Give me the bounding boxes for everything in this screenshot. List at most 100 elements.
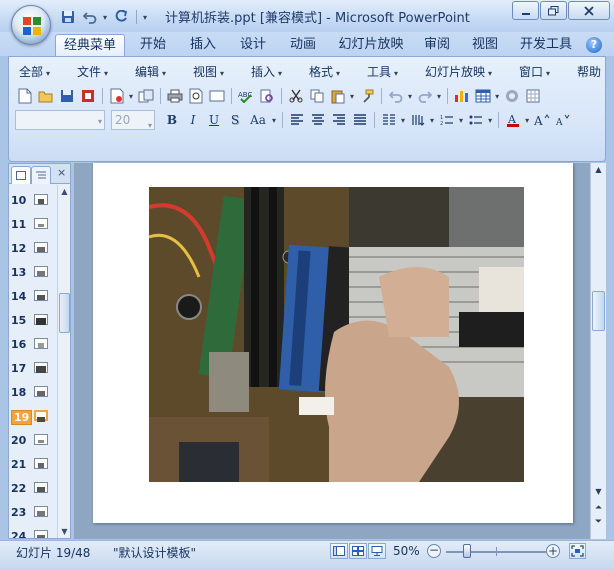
clipart-icon[interactable] bbox=[502, 86, 522, 106]
slideshow-view-icon[interactable] bbox=[368, 543, 386, 559]
previous-slide-icon[interactable]: ⏶ bbox=[591, 501, 606, 515]
bullets-dropdown-icon[interactable]: ▾ bbox=[488, 116, 492, 125]
help-icon[interactable]: ? bbox=[586, 37, 602, 53]
motherboard-photo[interactable] bbox=[149, 187, 524, 482]
slide-thumbnail[interactable]: 17 bbox=[9, 359, 57, 379]
slide-icon[interactable] bbox=[207, 86, 227, 106]
print-dropdown-icon[interactable]: ▾ bbox=[129, 92, 133, 101]
zoom-level-text[interactable]: 50% bbox=[393, 544, 420, 558]
tab-developer[interactable]: 开发工具 bbox=[514, 34, 578, 56]
tab-view[interactable]: 视图 bbox=[466, 34, 504, 56]
undo-list-dropdown-icon[interactable]: ▾ bbox=[408, 92, 412, 101]
restore-icon[interactable] bbox=[540, 1, 567, 20]
scroll-down-icon[interactable]: ▼ bbox=[58, 525, 71, 538]
columns-icon[interactable] bbox=[379, 110, 399, 130]
undo-toolbar-icon[interactable] bbox=[386, 86, 406, 106]
justify-icon[interactable] bbox=[350, 110, 370, 130]
normal-view-icon[interactable] bbox=[330, 543, 348, 559]
zoom-in-icon[interactable]: + bbox=[546, 544, 560, 558]
slide-thumbnail[interactable]: 15 bbox=[9, 311, 57, 331]
font-color-icon[interactable]: A bbox=[503, 110, 523, 130]
minimize-icon[interactable] bbox=[512, 1, 539, 20]
change-case-button[interactable]: Aa bbox=[246, 110, 270, 130]
slide-thumbnail[interactable]: 11 bbox=[9, 215, 57, 235]
menu-view[interactable]: 视图 ▾ bbox=[193, 63, 224, 80]
cut-icon[interactable] bbox=[286, 86, 306, 106]
text-direction-icon[interactable] bbox=[408, 110, 428, 130]
menu-slideshow[interactable]: 幻灯片放映 ▾ bbox=[425, 63, 492, 80]
slide-thumbnail[interactable]: 22 bbox=[9, 479, 57, 499]
print-preview-icon[interactable] bbox=[107, 86, 127, 106]
menu-all[interactable]: 全部 ▾ bbox=[19, 63, 50, 80]
tab-insert[interactable]: 插入 bbox=[183, 34, 223, 56]
font-name-dropdown-icon[interactable]: ▾ bbox=[98, 117, 102, 126]
slide-thumbnail[interactable]: 23 bbox=[9, 503, 57, 523]
next-slide-icon[interactable]: ⏷ bbox=[591, 515, 606, 529]
numbering-icon[interactable]: 12 bbox=[437, 110, 457, 130]
permission-icon[interactable] bbox=[78, 86, 98, 106]
shrink-font-icon[interactable]: A bbox=[553, 110, 573, 130]
pane-scroll-thumb[interactable] bbox=[59, 293, 70, 333]
font-name-combo[interactable]: ▾ bbox=[15, 110, 105, 130]
preview-icon[interactable] bbox=[186, 86, 206, 106]
scroll-up-icon[interactable]: ▲ bbox=[591, 163, 606, 177]
slide-thumbnail[interactable]: 16 bbox=[9, 335, 57, 355]
underline-button[interactable]: U bbox=[204, 110, 224, 130]
editor-vertical-scrollbar[interactable]: ▲ ▼ ⏶ ⏷ bbox=[590, 163, 606, 539]
print-icon[interactable] bbox=[165, 86, 185, 106]
change-case-dropdown-icon[interactable]: ▾ bbox=[272, 116, 276, 125]
align-right-icon[interactable] bbox=[329, 110, 349, 130]
menu-format[interactable]: 格式 ▾ bbox=[309, 63, 340, 80]
close-window-icon[interactable] bbox=[568, 1, 610, 20]
outline-tab-icon[interactable] bbox=[31, 166, 51, 184]
slide-thumbnail[interactable]: 24 bbox=[9, 527, 57, 538]
close-pane-icon[interactable]: × bbox=[57, 166, 66, 179]
redo-list-dropdown-icon[interactable]: ▾ bbox=[437, 92, 441, 101]
font-size-combo[interactable]: 20 ▾ bbox=[111, 110, 155, 130]
italic-button[interactable]: I bbox=[183, 110, 203, 130]
show-grid-icon[interactable] bbox=[523, 86, 543, 106]
font-color-dropdown-icon[interactable]: ▾ bbox=[525, 116, 529, 125]
open-icon[interactable] bbox=[36, 86, 56, 106]
menu-window[interactable]: 窗口 ▾ bbox=[519, 63, 550, 80]
publish-icon[interactable] bbox=[136, 86, 156, 106]
bold-button[interactable]: B bbox=[162, 110, 182, 130]
tab-home[interactable]: 开始 bbox=[133, 34, 173, 56]
slide-thumbnail[interactable]: 14 bbox=[9, 287, 57, 307]
insert-chart-icon[interactable] bbox=[452, 86, 472, 106]
slide-thumbnail[interactable]: 20 bbox=[9, 431, 57, 451]
undo-dropdown-icon[interactable]: ▾ bbox=[103, 13, 107, 22]
scroll-down-icon[interactable]: ▼ bbox=[591, 485, 606, 499]
numbering-dropdown-icon[interactable]: ▾ bbox=[459, 116, 463, 125]
table-dropdown-icon[interactable]: ▾ bbox=[495, 92, 499, 101]
slides-tab-icon[interactable] bbox=[11, 166, 31, 184]
spelling-icon[interactable]: ABC bbox=[236, 86, 256, 106]
slide-thumbnail[interactable]: 12 bbox=[9, 239, 57, 259]
scroll-up-icon[interactable]: ▲ bbox=[58, 185, 71, 198]
slide-thumbnail[interactable]: 18 bbox=[9, 383, 57, 403]
bullets-icon[interactable] bbox=[466, 110, 486, 130]
slide-thumbnail[interactable]: 10 bbox=[9, 191, 57, 211]
menu-tools[interactable]: 工具 ▾ bbox=[367, 63, 398, 80]
text-direction-dropdown-icon[interactable]: ▾ bbox=[430, 116, 434, 125]
undo-icon[interactable] bbox=[80, 8, 100, 26]
tab-classic-menu[interactable]: 经典菜单 bbox=[55, 34, 125, 56]
zoom-slider-thumb[interactable] bbox=[463, 544, 471, 558]
format-painter-icon[interactable] bbox=[357, 86, 377, 106]
save-file-icon[interactable] bbox=[57, 86, 77, 106]
align-left-icon[interactable] bbox=[287, 110, 307, 130]
align-center-icon[interactable] bbox=[308, 110, 328, 130]
tab-slideshow[interactable]: 幻灯片放映 bbox=[333, 34, 409, 56]
editor-scroll-thumb[interactable] bbox=[592, 291, 605, 331]
research-icon[interactable] bbox=[257, 86, 277, 106]
slide-thumbnail[interactable]: 21 bbox=[9, 455, 57, 475]
save-icon[interactable] bbox=[58, 8, 78, 26]
office-button[interactable] bbox=[11, 5, 51, 45]
tab-animations[interactable]: 动画 bbox=[283, 34, 323, 56]
tab-review[interactable]: 审阅 bbox=[418, 34, 456, 56]
menu-help[interactable]: 帮助 bbox=[577, 63, 601, 80]
grow-font-icon[interactable]: A bbox=[532, 110, 552, 130]
customize-qat-icon[interactable]: ▾ bbox=[143, 13, 147, 22]
columns-dropdown-icon[interactable]: ▾ bbox=[401, 116, 405, 125]
slide-thumbnail-selected[interactable]: 19 bbox=[9, 407, 57, 427]
